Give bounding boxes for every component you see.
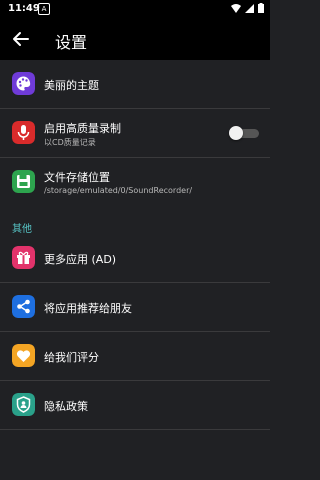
battery-icon — [258, 3, 264, 13]
other-item-label: 将应用推荐给朋友 — [44, 302, 132, 315]
wifi-icon — [231, 3, 241, 13]
settings-item-label: 美丽的主题 — [44, 79, 99, 92]
other-item-label: 给我们评分 — [44, 351, 99, 364]
save-icon — [12, 170, 35, 193]
notification-icon: A — [38, 3, 50, 15]
other-item-more-apps[interactable]: 更多应用 (AD) — [0, 234, 270, 282]
other-item-label: 更多应用 (AD) — [44, 253, 117, 266]
gift-icon — [12, 246, 35, 269]
signal-icon — [245, 3, 254, 13]
status-time: 11:49 — [8, 3, 40, 14]
other-item-privacy-policy[interactable]: 隐私政策 — [0, 381, 270, 429]
settings-item-storage-location[interactable]: 文件存储位置 /storage/emulated/0/SoundRecorder… — [0, 158, 270, 206]
share-icon — [12, 295, 35, 318]
status-icons — [231, 3, 264, 13]
settings-item-label: 文件存储位置 — [44, 171, 110, 184]
back-arrow-icon[interactable] — [12, 30, 30, 48]
toggle-thumb — [229, 126, 243, 140]
other-item-share[interactable]: 将应用推荐给朋友 — [0, 283, 270, 331]
settings-item-theme[interactable]: 美丽的主题 — [0, 60, 270, 108]
heart-icon — [12, 344, 35, 367]
settings-item-sublabel: 以CD质量记录 — [44, 138, 96, 147]
palette-icon — [12, 72, 35, 95]
app-bar: 设置 — [0, 18, 270, 60]
status-bar: 11:49 A — [0, 0, 270, 18]
other-item-rate-us[interactable]: 给我们评分 — [0, 332, 270, 380]
section-header-other: 其他 — [12, 224, 32, 235]
hq-recording-toggle[interactable] — [229, 126, 259, 140]
microphone-icon — [12, 121, 35, 144]
page-title: 设置 — [55, 33, 88, 52]
settings-item-label: 启用高质量录制 — [44, 122, 121, 135]
other-item-label: 隐私政策 — [44, 400, 88, 413]
privacy-shield-icon — [12, 393, 35, 416]
settings-item-sublabel: /storage/emulated/0/SoundRecorder/ — [44, 186, 193, 195]
divider — [0, 429, 270, 430]
